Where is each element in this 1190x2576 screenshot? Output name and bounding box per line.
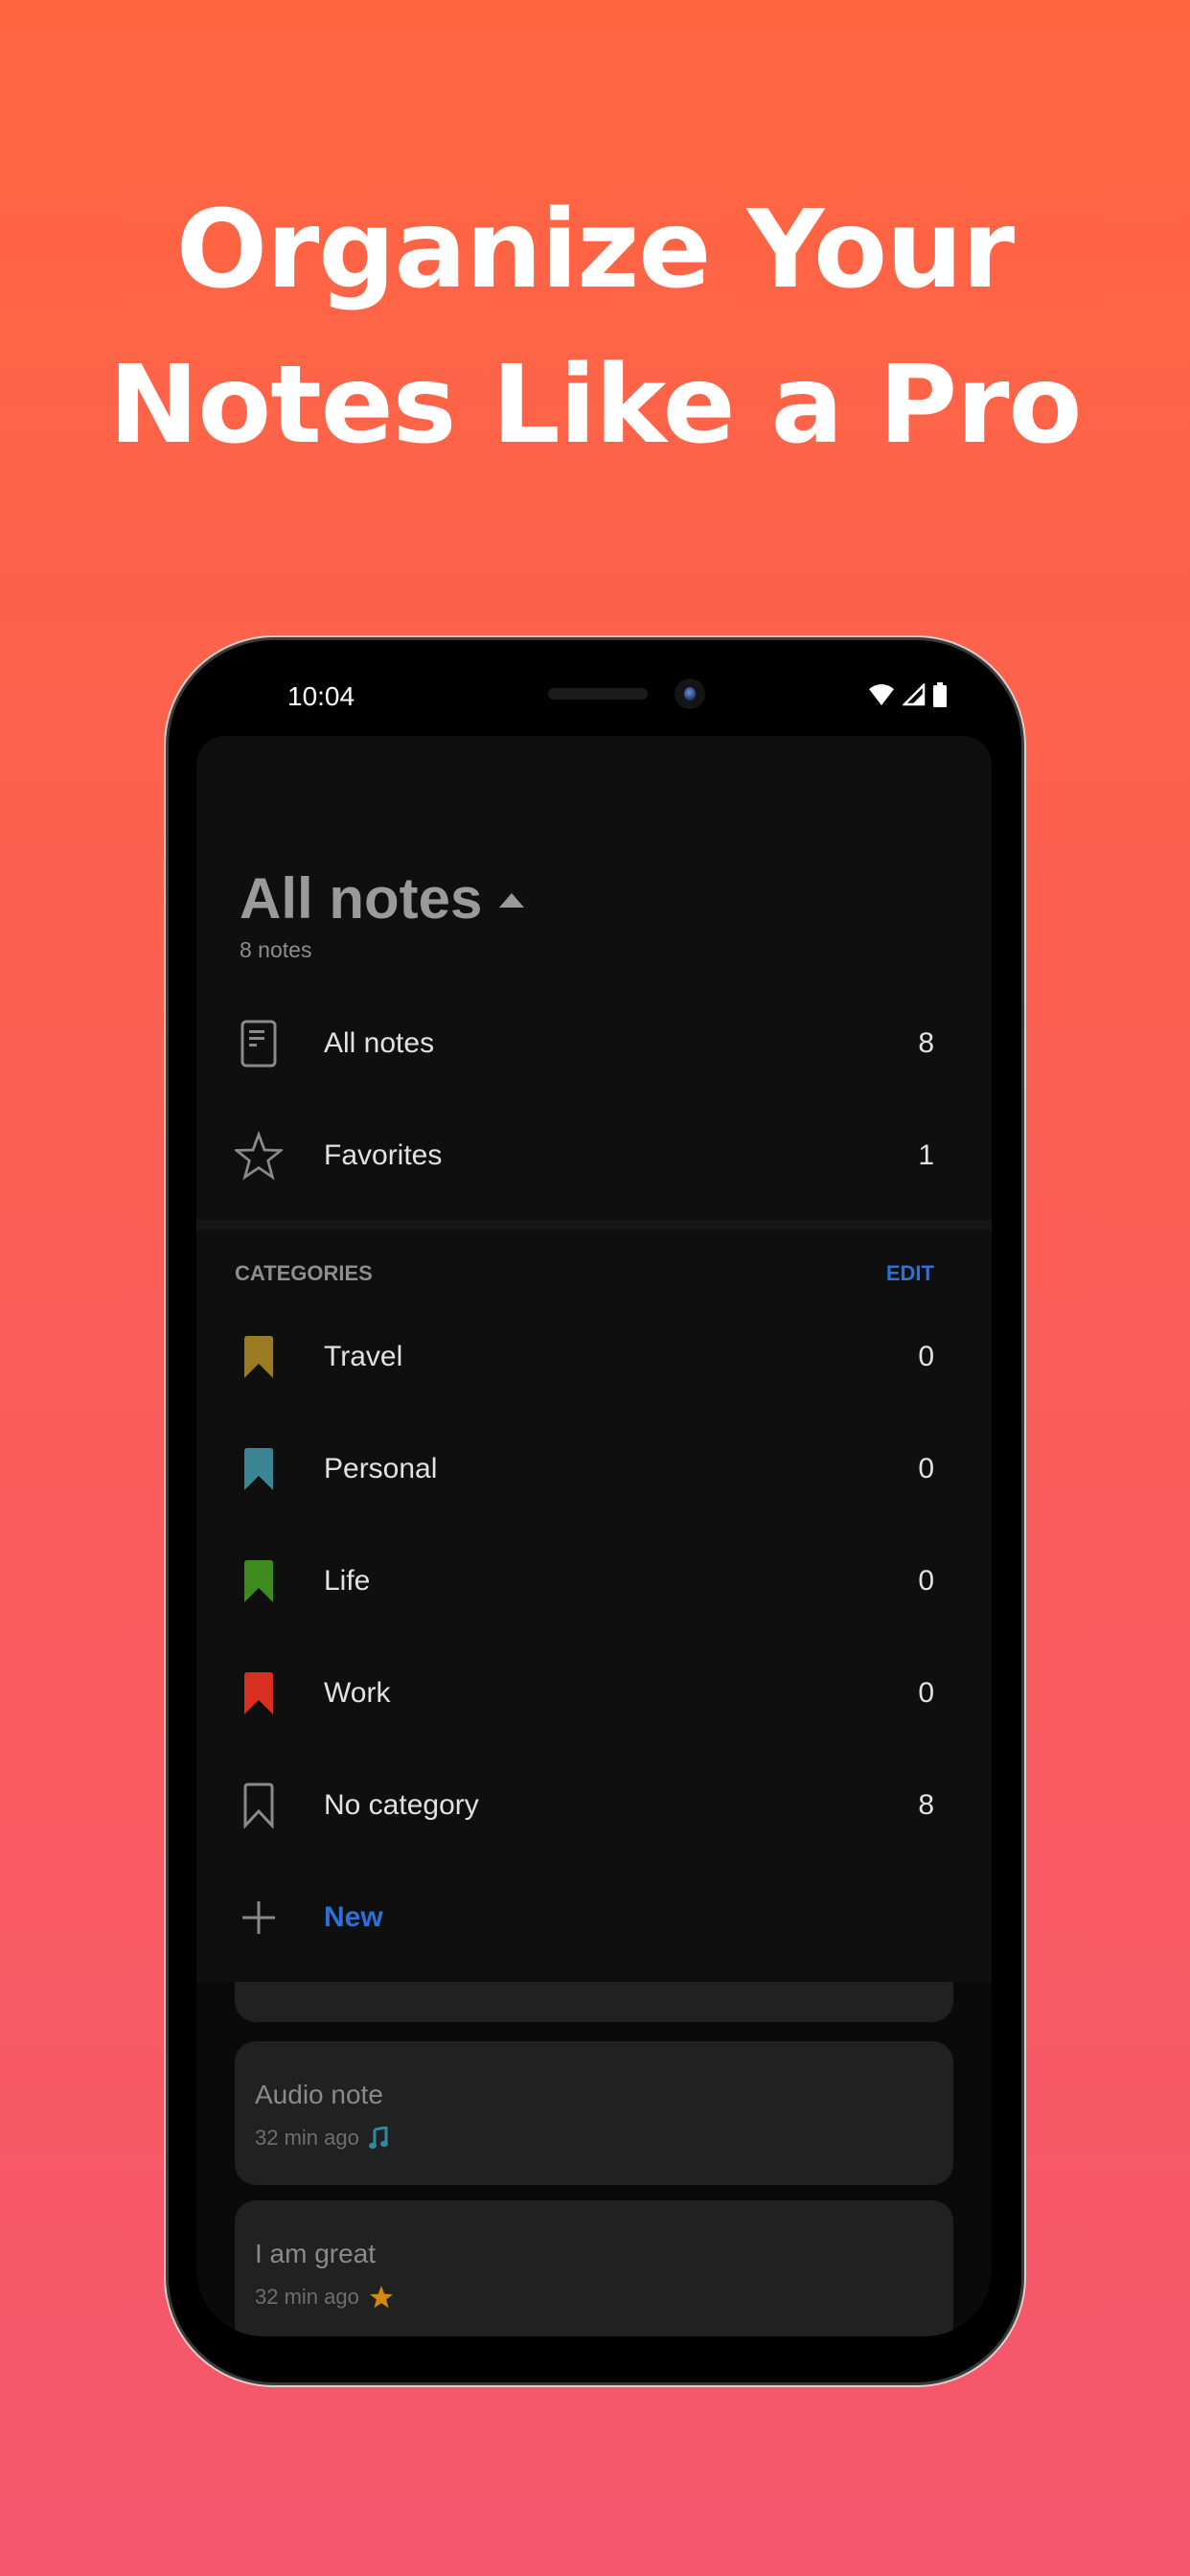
star-filled-icon (369, 2286, 393, 2309)
caret-up-icon (499, 893, 525, 908)
notes-count: 8 notes (240, 937, 312, 962)
category-count: 0 (918, 1565, 934, 1597)
note-title: Audio note (255, 2080, 383, 2109)
drawer-title-button[interactable]: All notes (240, 865, 525, 932)
new-category-button[interactable]: New (196, 1865, 992, 1970)
drawer-title: All notes (240, 866, 483, 931)
drawer-item-label: All notes (324, 1027, 435, 1059)
wifi-icon (869, 684, 894, 705)
category-label: Personal (324, 1453, 438, 1484)
note-card[interactable]: I am great 32 min ago (235, 2200, 953, 2336)
category-count: 0 (918, 1677, 934, 1709)
bookmark-icon (235, 1669, 283, 1717)
app-screen: 32 min ago Audio note 32 min ago I am gr… (196, 736, 992, 2336)
category-label: Life (324, 1565, 371, 1597)
note-time: 32 min ago (255, 2126, 359, 2150)
bookmark-icon (235, 1557, 283, 1605)
note-meta: 32 min ago (255, 2285, 394, 2310)
status-icons (868, 682, 947, 707)
front-camera (675, 678, 705, 709)
category-drawer: All notes 8 notes All notes 8 Favorites … (196, 736, 992, 1982)
category-count: 8 (918, 1789, 934, 1821)
category-count: 0 (918, 1341, 934, 1372)
edit-categories-button[interactable]: EDIT (886, 1261, 934, 1286)
category-item-life[interactable]: Life 0 (196, 1529, 992, 1634)
category-count: 0 (918, 1453, 934, 1484)
section-divider (196, 1220, 992, 1230)
category-item-work[interactable]: Work 0 (196, 1641, 992, 1746)
drawer-item-label: Favorites (324, 1139, 443, 1171)
bookmark-icon (235, 1333, 283, 1381)
bookmark-outline-icon (235, 1782, 283, 1829)
note-title: I am great (255, 2239, 377, 2268)
categories-header: CATEGORIES (235, 1261, 373, 1285)
note-time: 32 min ago (255, 2285, 359, 2309)
note-meta: 32 min ago (255, 2126, 388, 2150)
category-label: No category (324, 1789, 479, 1821)
headline: Organize Your Notes Like a Pro (0, 172, 1190, 483)
phone-frame: 10:04 32 min ago Audio note 32 min ago (169, 640, 1021, 2382)
phone-speaker (548, 688, 648, 700)
bookmark-icon (235, 1445, 283, 1493)
category-label: Travel (324, 1341, 403, 1372)
signal-icon (903, 683, 926, 706)
star-outline-icon (235, 1131, 283, 1181)
status-time: 10:04 (287, 681, 355, 711)
headline-line-1: Organize Your (175, 188, 1015, 312)
drawer-item-count: 8 (918, 1027, 934, 1059)
drawer-item-count: 1 (918, 1139, 934, 1171)
plus-icon (235, 1894, 283, 1942)
category-item-personal[interactable]: Personal 0 (196, 1416, 992, 1522)
music-note-icon (368, 2127, 388, 2150)
drawer-item-all-notes[interactable]: All notes 8 (196, 991, 992, 1096)
category-item-no-category[interactable]: No category 8 (196, 1753, 992, 1858)
document-icon (235, 1020, 283, 1068)
category-label: Work (324, 1677, 391, 1709)
drawer-item-favorites[interactable]: Favorites 1 (196, 1103, 992, 1208)
new-category-label: New (324, 1901, 383, 1933)
note-card[interactable]: Audio note 32 min ago (235, 2041, 953, 2185)
battery-icon (933, 682, 947, 707)
headline-line-2: Notes Like a Pro (108, 343, 1083, 468)
category-item-travel[interactable]: Travel 0 (196, 1304, 992, 1410)
status-bar: 10:04 (169, 640, 1021, 736)
